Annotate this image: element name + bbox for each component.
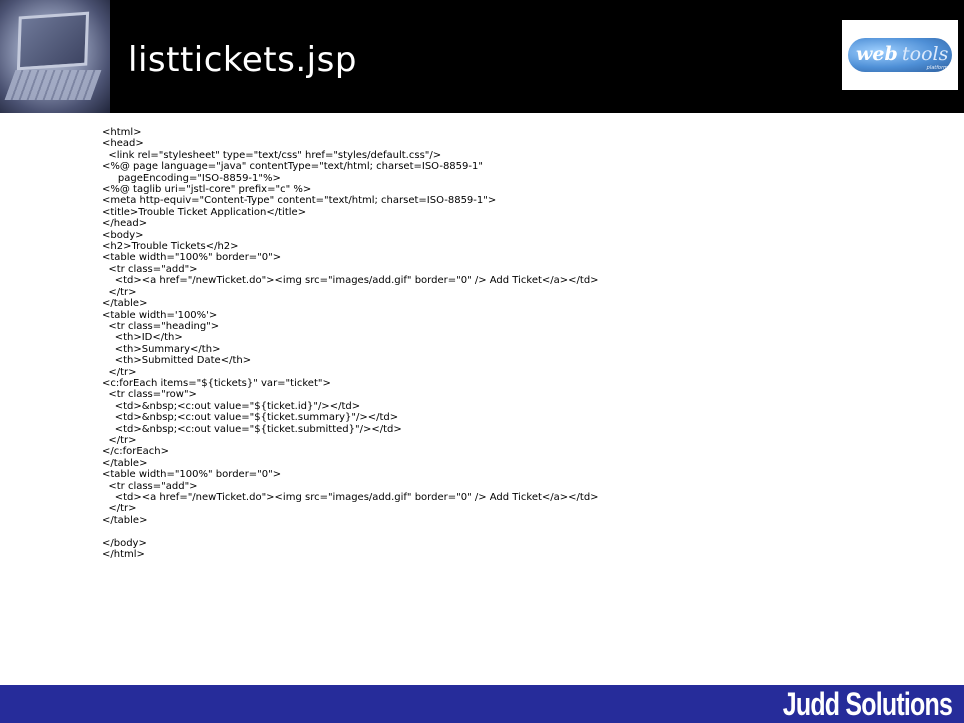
code-line: pageEncoding="ISO-8859-1"%> — [102, 172, 281, 184]
code-line: </tr> — [102, 366, 137, 378]
code-line: <th>ID</th> — [102, 332, 183, 344]
code-listing: <html> <head> <link rel="stylesheet" type… — [102, 127, 599, 560]
code-line: <tr class="row"> — [102, 389, 197, 401]
code-line: <head> — [102, 138, 144, 150]
code-line: <tr class="add"> — [102, 263, 198, 275]
code-line: <th>Submitted Date</th> — [102, 355, 252, 367]
code-line: <%@ page language="java" contentType="te… — [102, 161, 483, 173]
code-line: <td><a href="/newTicket.do"><img src="im… — [102, 275, 599, 287]
slide-footer: Judd Solutions — [0, 685, 964, 723]
logo-subtext: platform — [926, 65, 948, 71]
code-line: </head> — [102, 218, 148, 230]
code-line: <link rel="stylesheet" type="text/css" h… — [102, 149, 442, 161]
code-line: <title>Trouble Ticket Application</title… — [102, 206, 307, 218]
code-line: </tr> — [102, 286, 137, 298]
code-line: </html> — [102, 549, 145, 561]
code-line: </c:forEach> — [102, 446, 170, 458]
code-line: <table width="100%" border="0"> — [102, 469, 282, 481]
code-line: <c:forEach items="${tickets}" var="ticke… — [102, 377, 331, 389]
laptop-screen — [16, 11, 90, 71]
code-line: <td><a href="/newTicket.do"><img src="im… — [102, 492, 599, 503]
code-line: </table> — [102, 514, 148, 526]
code-line: <tr class="heading"> — [102, 320, 220, 332]
code-line: <html> — [102, 127, 142, 138]
logo-badge: web tools platform — [848, 38, 952, 72]
web-tools-logo: web tools platform — [842, 20, 958, 90]
code-line: <meta http-equiv="Content-Type" content=… — [102, 195, 497, 207]
code-line: <table width='100%'> — [102, 309, 218, 321]
laptop-image — [0, 0, 110, 113]
code-line: <th>Summary</th> — [102, 343, 221, 355]
slide-title: listtickets.jsp — [128, 40, 357, 80]
code-line: <table width="100%" border="0"> — [102, 252, 282, 264]
code-line: </table> — [102, 298, 148, 310]
code-line: <td>&nbsp;<c:out value="${ticket.id}"/><… — [102, 400, 361, 412]
logo-text-web: web — [856, 43, 898, 65]
slide-header: listtickets.jsp web tools platform — [0, 0, 964, 113]
code-line: <td>&nbsp;<c:out value="${ticket.summary… — [102, 412, 399, 424]
footer-brand: Judd Solutions — [782, 686, 953, 722]
code-line: </tr> — [102, 503, 137, 515]
code-line: </body> — [102, 537, 147, 549]
code-line: <%@ taglib uri="jstl-core" prefix="c" %> — [102, 184, 312, 196]
laptop-keyboard — [4, 70, 102, 100]
code-line: <h2>Trouble Tickets</h2> — [102, 241, 239, 253]
code-line: <body> — [102, 229, 144, 241]
code-line: </table> — [102, 457, 148, 469]
code-line: <tr class="add"> — [102, 480, 198, 492]
code-line: </tr> — [102, 434, 137, 446]
logo-text-tools: tools — [902, 43, 949, 65]
code-line: <td>&nbsp;<c:out value="${ticket.submitt… — [102, 423, 402, 435]
